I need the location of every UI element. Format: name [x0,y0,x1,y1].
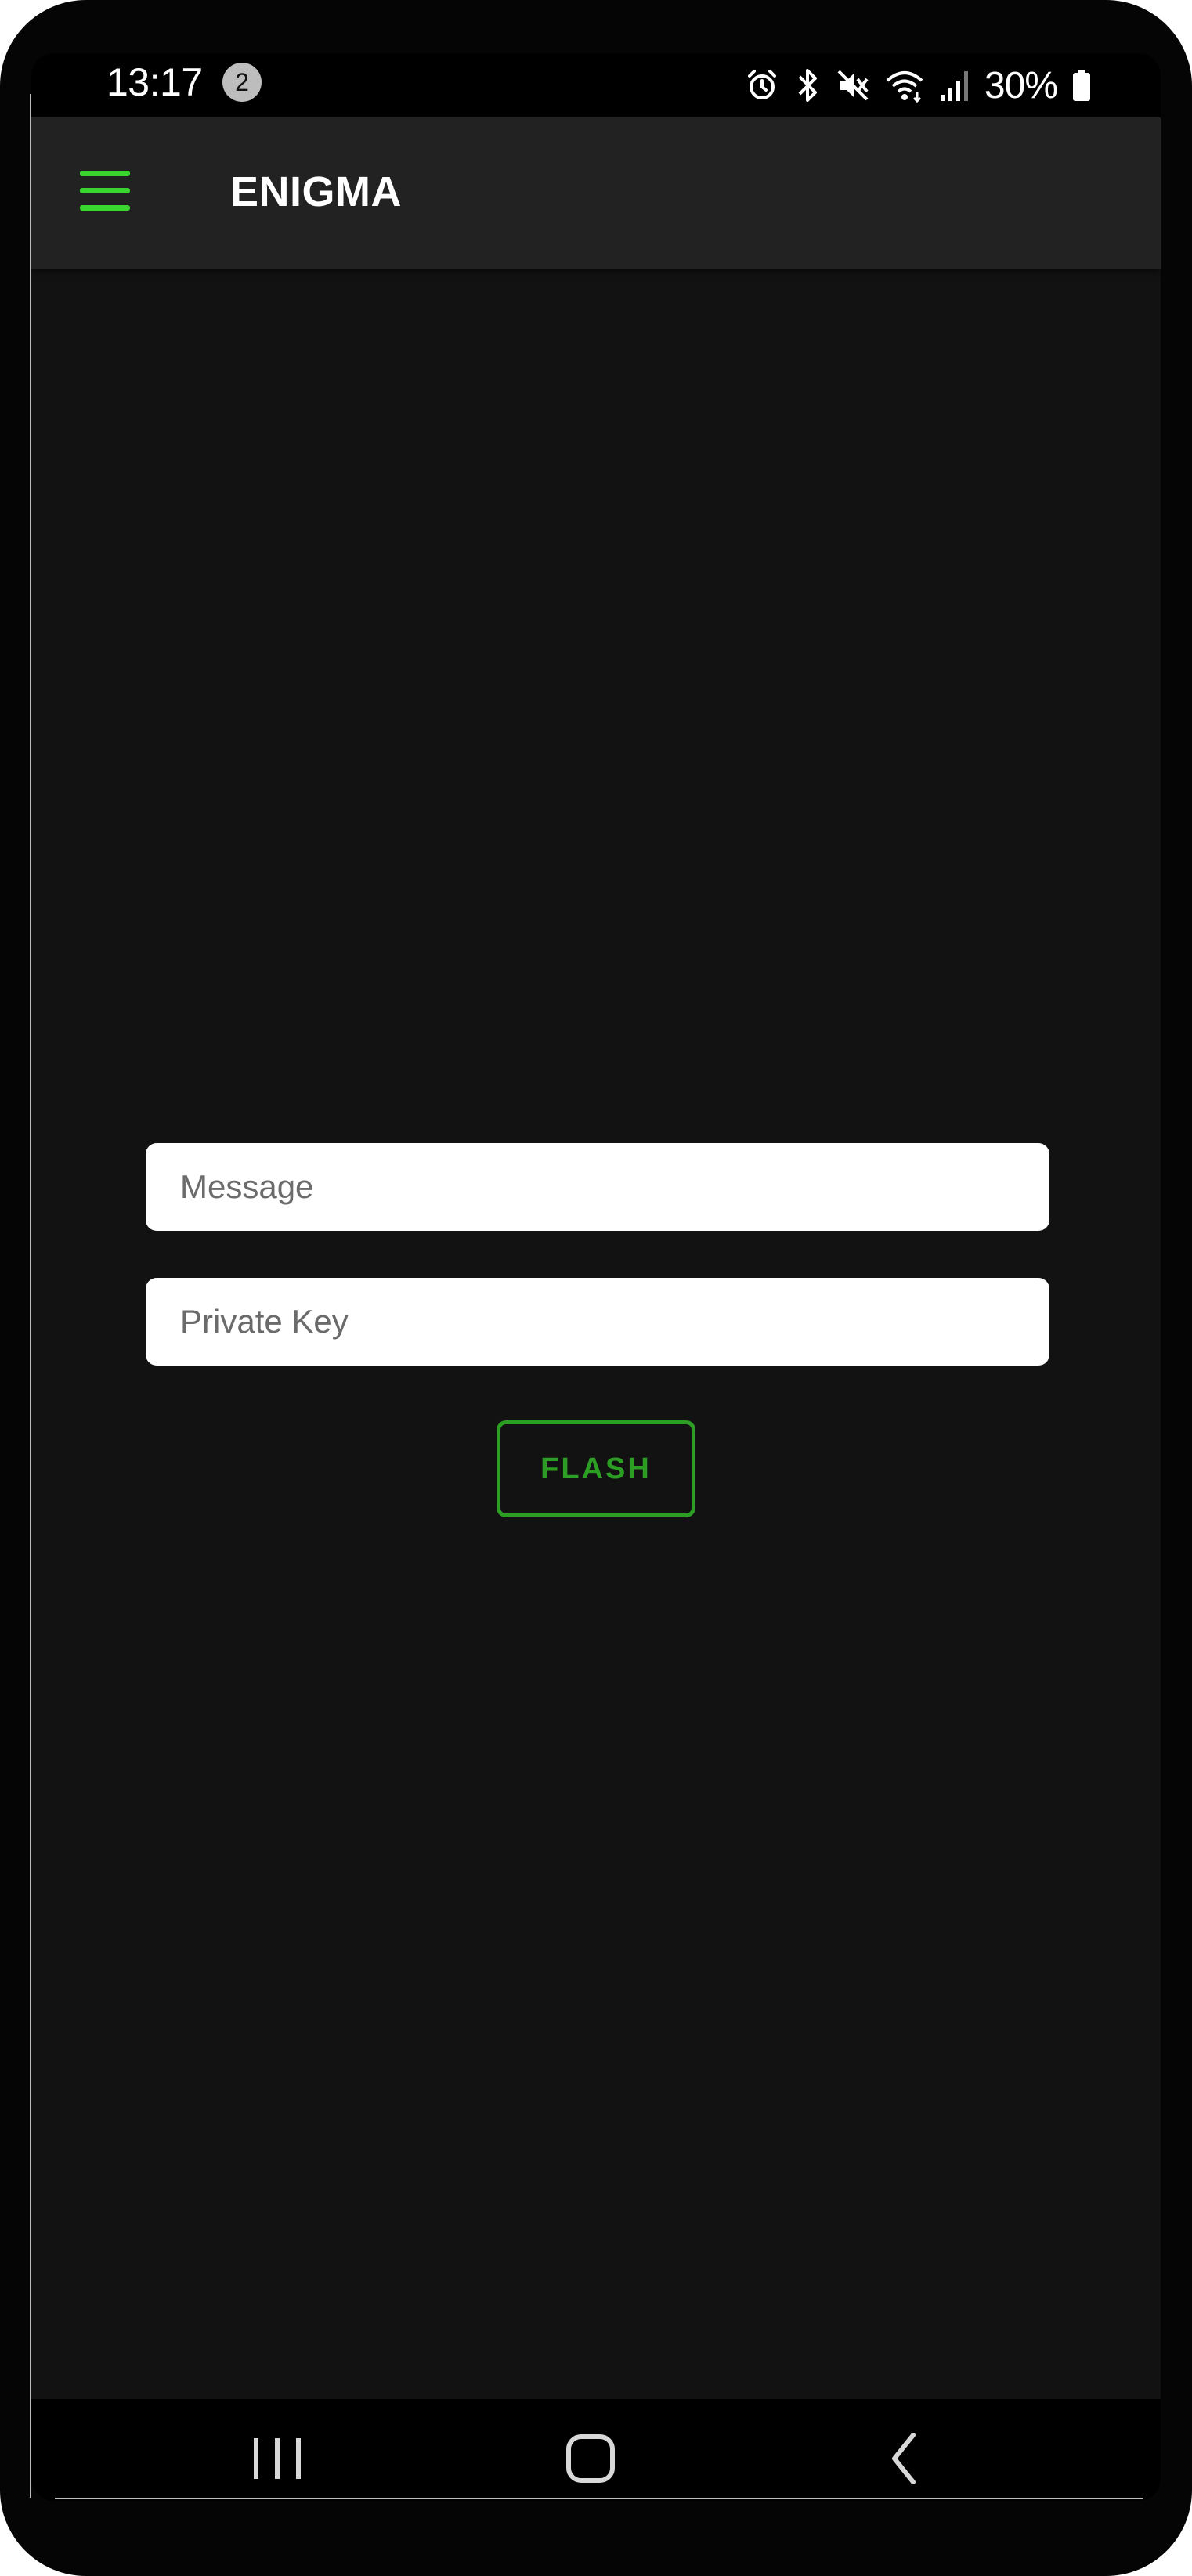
signal-icon [939,68,970,103]
app-bar: ENIGMA [31,117,1161,269]
status-icons: 30% [745,60,1092,111]
bluetooth-icon [793,67,822,103]
navigation-bar [31,2399,1161,2501]
back-icon[interactable] [857,2423,951,2485]
home-icon[interactable] [544,2423,638,2485]
battery-icon [1071,68,1092,103]
message-input[interactable] [146,1143,1049,1231]
mute-icon [836,68,870,103]
flash-button[interactable]: FLASH [497,1420,695,1517]
private-key-input[interactable] [146,1278,1049,1366]
recent-apps-icon[interactable] [230,2423,324,2485]
alarm-icon [745,68,779,103]
battery-percent: 30% [984,64,1058,106]
status-time: 13:17 [107,60,203,104]
hamburger-menu-icon[interactable] [78,168,133,215]
notification-count-badge: 2 [222,63,262,102]
wifi-icon [884,68,925,103]
screen-edge-bottom [55,2498,1143,2499]
screen: 13:17 2 30% ENIGMA Message Private Key F… [31,53,1161,2501]
app-title: ENIGMA [230,168,402,215]
